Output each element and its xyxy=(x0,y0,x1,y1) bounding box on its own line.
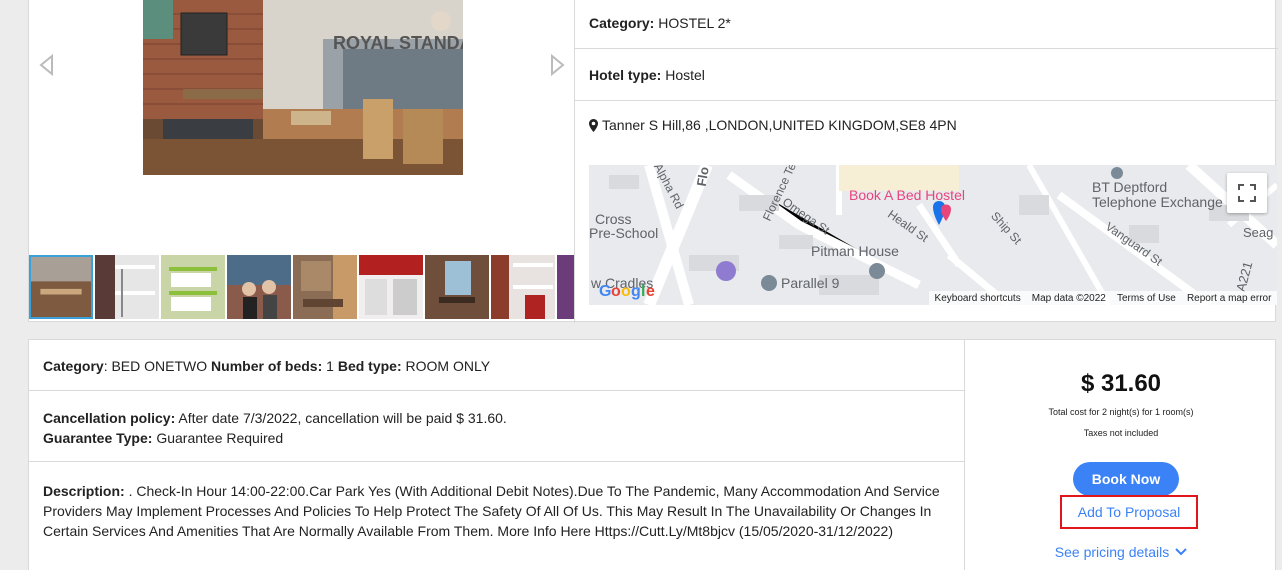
pricing-panel: $ 31.60 Total cost for 2 night(s) for 1 … xyxy=(964,340,1277,570)
room-bedtype-label: Bed type: xyxy=(337,358,402,374)
hotel-category-label: Category: xyxy=(589,15,655,31)
thumbnail-strip xyxy=(29,255,574,321)
room-beds-label: Number of beds: xyxy=(211,358,323,374)
guarantee-label: Guarantee Type: xyxy=(43,430,153,446)
book-now-button[interactable]: Book Now xyxy=(1073,462,1179,496)
room-bedtype-value: ROOM ONLY xyxy=(405,358,491,374)
thumbnail[interactable] xyxy=(293,255,357,319)
description-label: Description: xyxy=(43,483,125,499)
map-label-bt: BT Deptford xyxy=(1092,179,1168,195)
map-marker-icon xyxy=(589,118,598,132)
hotel-address-text: Tanner S Hill,86 ,LONDON,UNITED KINGDOM,… xyxy=(602,117,957,133)
location-map[interactable]: Book A Bed Hostel BT Deptford Telephone … xyxy=(589,165,1277,305)
thumbnail[interactable] xyxy=(161,255,225,319)
price-amount: $ 31.60 xyxy=(1080,370,1162,397)
map-hotel-label: Book A Bed Hostel xyxy=(849,187,965,203)
thumbnail[interactable] xyxy=(227,255,291,319)
room-details: Category: BED ONETWO Number of beds: 1 B… xyxy=(29,340,964,570)
hotel-info: Category: HOSTEL 2* Hotel type: Hostel T… xyxy=(574,0,1278,323)
map-keyboard-shortcuts-link[interactable]: Keyboard shortcuts xyxy=(935,293,1021,304)
map-report-error-link[interactable]: Report a map error xyxy=(1187,293,1271,304)
thumbnail[interactable] xyxy=(425,255,489,319)
thumbnail[interactable] xyxy=(491,255,555,319)
map-footer: Keyboard shortcuts Map data ©2022 Terms … xyxy=(929,291,1277,305)
map-data-credit: Map data ©2022 xyxy=(1031,292,1106,304)
guarantee-value: Guarantee Required xyxy=(156,430,284,446)
svg-text:g: g xyxy=(631,283,641,300)
room-category-value: BED ONETWO xyxy=(111,358,208,374)
hotel-address: Tanner S Hill,86 ,LONDON,UNITED KINGDOM,… xyxy=(589,117,957,133)
map-terms-link[interactable]: Terms of Use xyxy=(1117,293,1176,304)
hotel-card: ROYAL STANDA Category: HOSTEL 2* Hotel t… xyxy=(28,0,1278,323)
svg-text:o: o xyxy=(611,283,621,300)
svg-text:G: G xyxy=(599,283,611,300)
price-tax-note: Taxes not included xyxy=(1083,428,1159,438)
price-total-note: Total cost for 2 night(s) for 1 room(s) xyxy=(1048,407,1194,417)
map-label-pitman: Pitman House xyxy=(811,243,899,259)
hotel-type-value: Hostel xyxy=(665,67,705,83)
description-row: Description: . Check-In Hour 14:00-22:00… xyxy=(29,462,964,570)
room-beds-value: 1 xyxy=(326,358,334,374)
svg-text:l: l xyxy=(641,283,645,300)
see-pricing-details-link[interactable]: See pricing details xyxy=(965,544,1277,560)
map-label-bt-exchange: Telephone Exchange xyxy=(1092,194,1223,210)
svg-text:o: o xyxy=(621,283,631,300)
photo-gallery: ROYAL STANDA xyxy=(29,0,574,323)
next-arrow-icon[interactable] xyxy=(547,53,567,77)
thumbnail[interactable] xyxy=(95,255,159,319)
hotel-category-row: Category: HOSTEL 2* xyxy=(575,0,1278,49)
room-summary-row: Category: BED ONETWO Number of beds: 1 B… xyxy=(29,340,964,391)
map-label-seag: Seag xyxy=(1243,225,1274,240)
map-fullscreen-button[interactable] xyxy=(1227,173,1267,213)
hero-image[interactable]: ROYAL STANDA xyxy=(143,0,463,175)
cancellation-label: Cancellation policy: xyxy=(43,410,176,426)
room-card: Category: BED ONETWO Number of beds: 1 B… xyxy=(28,339,1276,570)
cancellation-value: After date 7/3/2022, cancellation will b… xyxy=(178,410,507,426)
see-pricing-details-label: See pricing details xyxy=(1054,544,1170,560)
map-roads xyxy=(589,165,1277,305)
cancellation-row: Cancellation policy: After date 7/3/2022… xyxy=(29,391,964,462)
hotel-type-label: Hotel type: xyxy=(589,67,662,83)
add-to-proposal-button[interactable]: Add To Proposal xyxy=(1060,495,1198,529)
hero-sign-text: ROYAL STANDA xyxy=(333,33,463,53)
google-logo: G o o g l e xyxy=(599,283,655,300)
thumbnail[interactable] xyxy=(359,255,423,319)
description-value: . Check-In Hour 14:00-22:00.Car Park Yes… xyxy=(43,483,940,539)
thumbnail[interactable] xyxy=(557,255,574,319)
map-label-parallel: Parallel 9 xyxy=(781,275,840,291)
hotel-type-row: Hotel type: Hostel xyxy=(575,49,1278,101)
thumbnail[interactable] xyxy=(29,255,93,319)
previous-arrow-icon[interactable] xyxy=(37,53,57,77)
fullscreen-icon xyxy=(1238,184,1256,202)
svg-text:e: e xyxy=(646,283,655,300)
room-category-label: Category xyxy=(43,358,104,374)
chevron-down-icon xyxy=(1175,548,1187,556)
hotel-category-value: HOSTEL 2* xyxy=(658,15,731,31)
map-label-preschool: Pre-School xyxy=(589,225,659,241)
